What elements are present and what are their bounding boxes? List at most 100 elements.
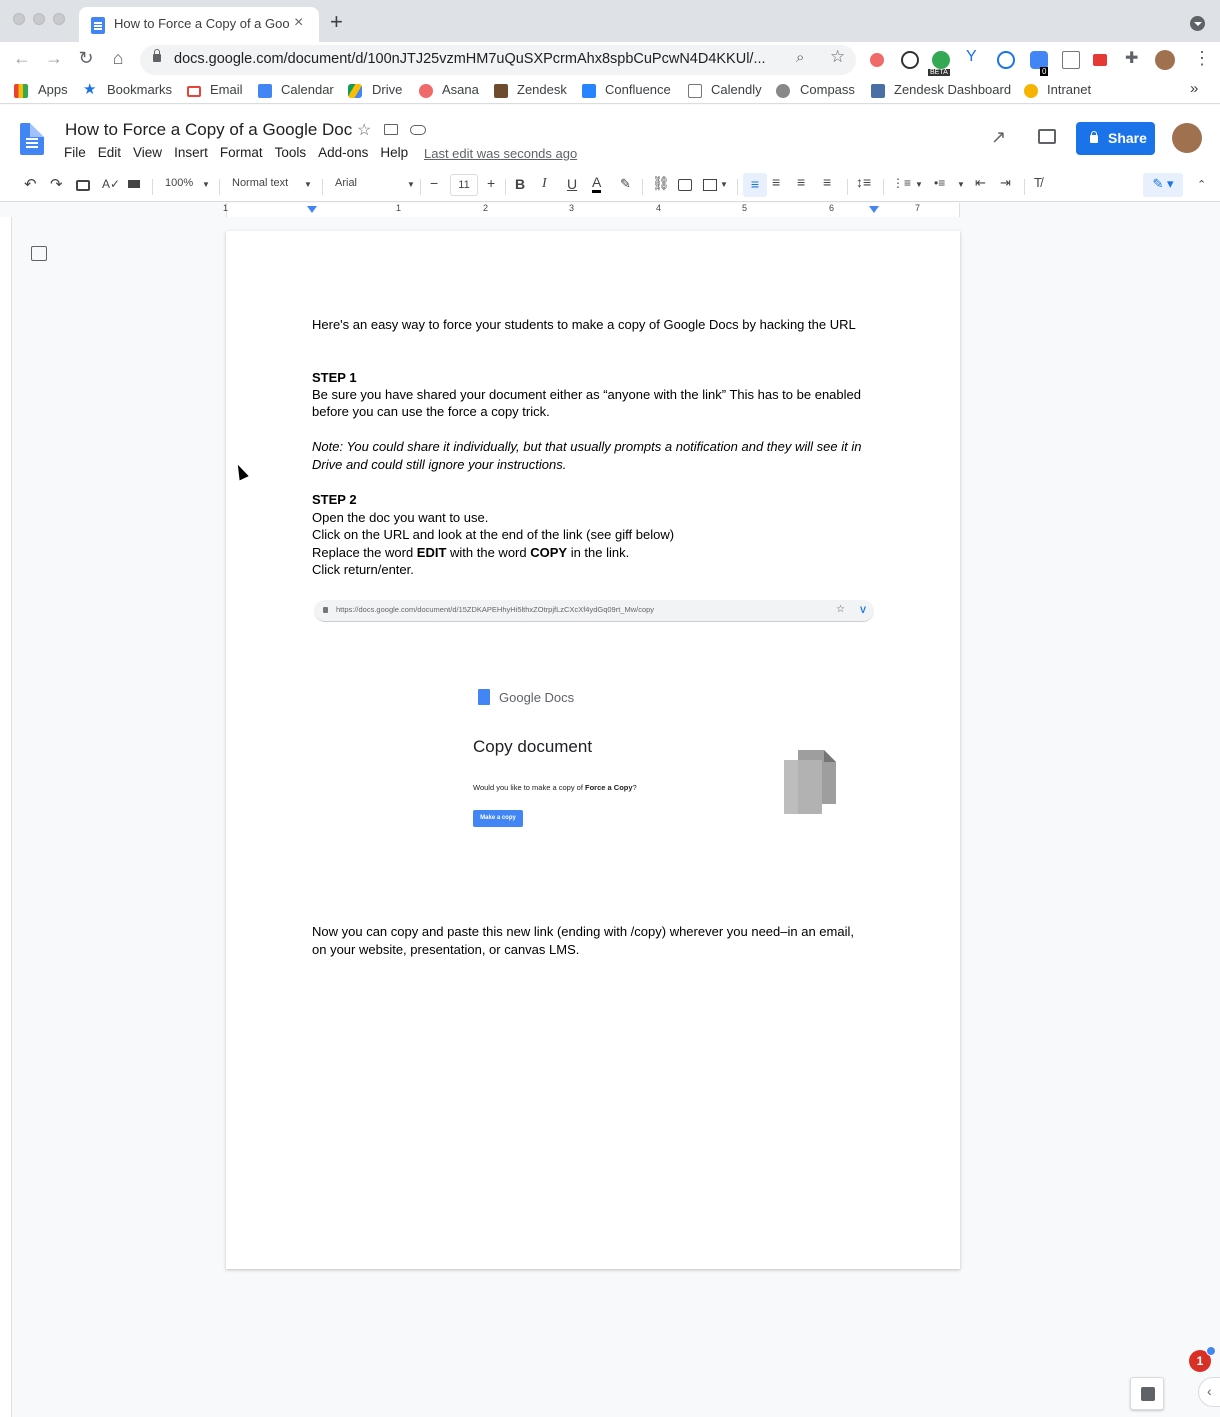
search-icon[interactable]: ⌕ xyxy=(796,49,804,66)
bookmark-bookmarks[interactable]: Bookmarks xyxy=(107,82,172,97)
undo-icon[interactable]: ↶ xyxy=(24,175,37,193)
increase-font-size-button[interactable]: + xyxy=(487,175,495,191)
editing-mode-button[interactable]: ✎ ▾ xyxy=(1143,173,1183,197)
insert-image-icon[interactable] xyxy=(703,179,717,191)
bookmark-email[interactable]: Email xyxy=(210,82,243,97)
megaphone-extension-icon[interactable] xyxy=(1093,54,1107,66)
cloud-saved-icon[interactable] xyxy=(410,125,426,135)
justify-icon[interactable]: ≡ xyxy=(823,174,831,190)
bookmark-drive[interactable]: Drive xyxy=(372,82,402,97)
italic-button[interactable]: I xyxy=(542,176,547,192)
left-indent-marker[interactable] xyxy=(307,206,317,213)
vertical-ruler[interactable] xyxy=(0,217,12,1417)
r-extension-icon[interactable] xyxy=(997,51,1015,69)
menu-insert[interactable]: Insert xyxy=(174,145,208,160)
font-select[interactable]: Arial xyxy=(335,177,357,189)
bookmark-compass[interactable]: Compass xyxy=(800,82,855,97)
lock-icon[interactable] xyxy=(153,49,161,62)
tab-close-icon[interactable]: × xyxy=(294,14,303,32)
menu-format[interactable]: Format xyxy=(220,145,263,160)
window-minimize-button[interactable] xyxy=(33,13,45,25)
move-folder-icon[interactable] xyxy=(384,124,398,135)
horizontal-ruler[interactable]: 1 1 2 3 4 5 6 7 xyxy=(0,203,1220,217)
font-size-input[interactable]: 11 xyxy=(450,174,478,196)
paint-format-icon[interactable] xyxy=(128,180,140,188)
text-color-button[interactable]: A xyxy=(592,174,602,193)
line-spacing-icon[interactable]: ↕≡ xyxy=(856,174,871,190)
menu-tools[interactable]: Tools xyxy=(275,145,307,160)
print-icon[interactable] xyxy=(76,180,90,191)
asana-extension-icon[interactable] xyxy=(870,53,884,67)
step2-replace-line: Replace the word EDIT with the word COPY… xyxy=(312,544,629,562)
share-button[interactable]: Share xyxy=(1076,122,1155,155)
insert-link-icon[interactable]: ⛓ xyxy=(652,175,670,192)
window-zoom-button[interactable] xyxy=(53,13,65,25)
numbered-list-icon[interactable]: ⋮≡ xyxy=(892,176,911,190)
bulleted-list-icon[interactable]: •≡ xyxy=(934,176,945,190)
back-arrow-icon[interactable]: ← xyxy=(10,48,34,69)
align-right-icon[interactable]: ≡ xyxy=(797,174,805,190)
menu-add-ons[interactable]: Add-ons xyxy=(318,145,368,160)
ruler-number: 6 xyxy=(829,203,835,213)
docs-logo-icon[interactable] xyxy=(20,123,44,155)
bookmark-zendesk-dashboard[interactable]: Zendesk Dashboard xyxy=(894,82,1011,97)
spellcheck-icon[interactable]: A✓ xyxy=(102,177,120,191)
align-center-icon[interactable]: ≡ xyxy=(772,174,780,190)
zoom-select[interactable]: 100% xyxy=(165,177,193,189)
tab-search-icon[interactable] xyxy=(1190,16,1205,31)
menu-file[interactable]: File xyxy=(64,145,86,160)
star-icon[interactable]: ☆ xyxy=(357,120,371,140)
y-extension-icon[interactable]: Y xyxy=(966,48,984,66)
bookmark-intranet[interactable]: Intranet xyxy=(1047,82,1091,97)
extensions-puzzle-icon[interactable]: ✚ xyxy=(1125,48,1143,67)
bookmark-apps[interactable]: Apps xyxy=(38,82,68,97)
profile-avatar[interactable] xyxy=(1155,50,1175,70)
bookmark-confluence[interactable]: Confluence xyxy=(605,82,671,97)
bookmark-star-icon[interactable]: ☆ xyxy=(830,47,845,67)
reload-icon[interactable]: ↻ xyxy=(74,48,98,69)
side-panel-toggle[interactable]: ‹ xyxy=(1198,1377,1220,1407)
menu-help[interactable]: Help xyxy=(380,145,408,160)
password-manager-icon[interactable] xyxy=(901,51,919,69)
browser-tab-active[interactable]: How to Force a Copy of a Goog × xyxy=(79,7,319,42)
forward-arrow-icon[interactable]: → xyxy=(42,48,66,69)
menu-edit[interactable]: Edit xyxy=(98,145,121,160)
window-close-button[interactable] xyxy=(13,13,25,25)
explore-button[interactable] xyxy=(1130,1377,1164,1410)
home-icon[interactable]: ⌂ xyxy=(106,48,130,69)
add-comment-icon[interactable] xyxy=(678,179,692,191)
browser-menu-icon[interactable]: ⋮ xyxy=(1193,48,1211,69)
more-bookmarks-icon[interactable]: » xyxy=(1190,80,1198,97)
last-edit-link[interactable]: Last edit was seconds ago xyxy=(424,146,577,161)
decrease-indent-icon[interactable]: ⇤ xyxy=(975,175,986,191)
paragraph-style-select[interactable]: Normal text xyxy=(232,177,288,189)
activity-trend-icon[interactable]: ↗ xyxy=(991,127,1006,148)
embedded-screenshot-image[interactable]: https://docs.google.com/document/d/15ZDK… xyxy=(312,595,877,880)
comments-icon[interactable] xyxy=(1038,129,1056,144)
menu-view[interactable]: View xyxy=(133,145,162,160)
bold-button[interactable]: B xyxy=(515,176,525,192)
bookmark-zendesk[interactable]: Zendesk xyxy=(517,82,567,97)
calendly-extension-icon[interactable] xyxy=(1062,51,1080,69)
user-avatar[interactable] xyxy=(1172,123,1202,153)
bookmark-asana[interactable]: Asana xyxy=(442,82,479,97)
align-left-button[interactable]: ≡ xyxy=(743,173,767,197)
url-text[interactable]: docs.google.com/document/d/100nJTJ25vzmH… xyxy=(174,51,766,67)
document-outline-icon[interactable] xyxy=(31,246,47,261)
highlight-pen-icon[interactable]: ✎ xyxy=(620,176,631,192)
right-indent-marker[interactable] xyxy=(869,206,879,213)
document-page[interactable]: Here's an easy way to force your student… xyxy=(226,231,960,1269)
collapse-toolbar-icon[interactable]: ⌃ xyxy=(1197,178,1206,191)
address-bar[interactable]: docs.google.com/document/d/100nJTJ25vzmH… xyxy=(140,45,856,75)
redo-icon[interactable]: ↷ xyxy=(50,175,63,193)
bookmark-calendar[interactable]: Calendar xyxy=(281,82,334,97)
underline-button[interactable]: U xyxy=(567,176,577,192)
lock-icon xyxy=(1090,131,1098,143)
new-tab-button[interactable]: + xyxy=(330,11,343,33)
decrease-font-size-button[interactable]: − xyxy=(430,175,438,191)
increase-indent-icon[interactable]: ⇥ xyxy=(1000,175,1011,191)
grammarly-extension-icon[interactable] xyxy=(932,51,950,69)
clear-formatting-icon[interactable]: T̸ xyxy=(1034,175,1042,190)
document-title[interactable]: How to Force a Copy of a Google Doc xyxy=(65,120,352,140)
bookmark-calendly[interactable]: Calendly xyxy=(711,82,762,97)
